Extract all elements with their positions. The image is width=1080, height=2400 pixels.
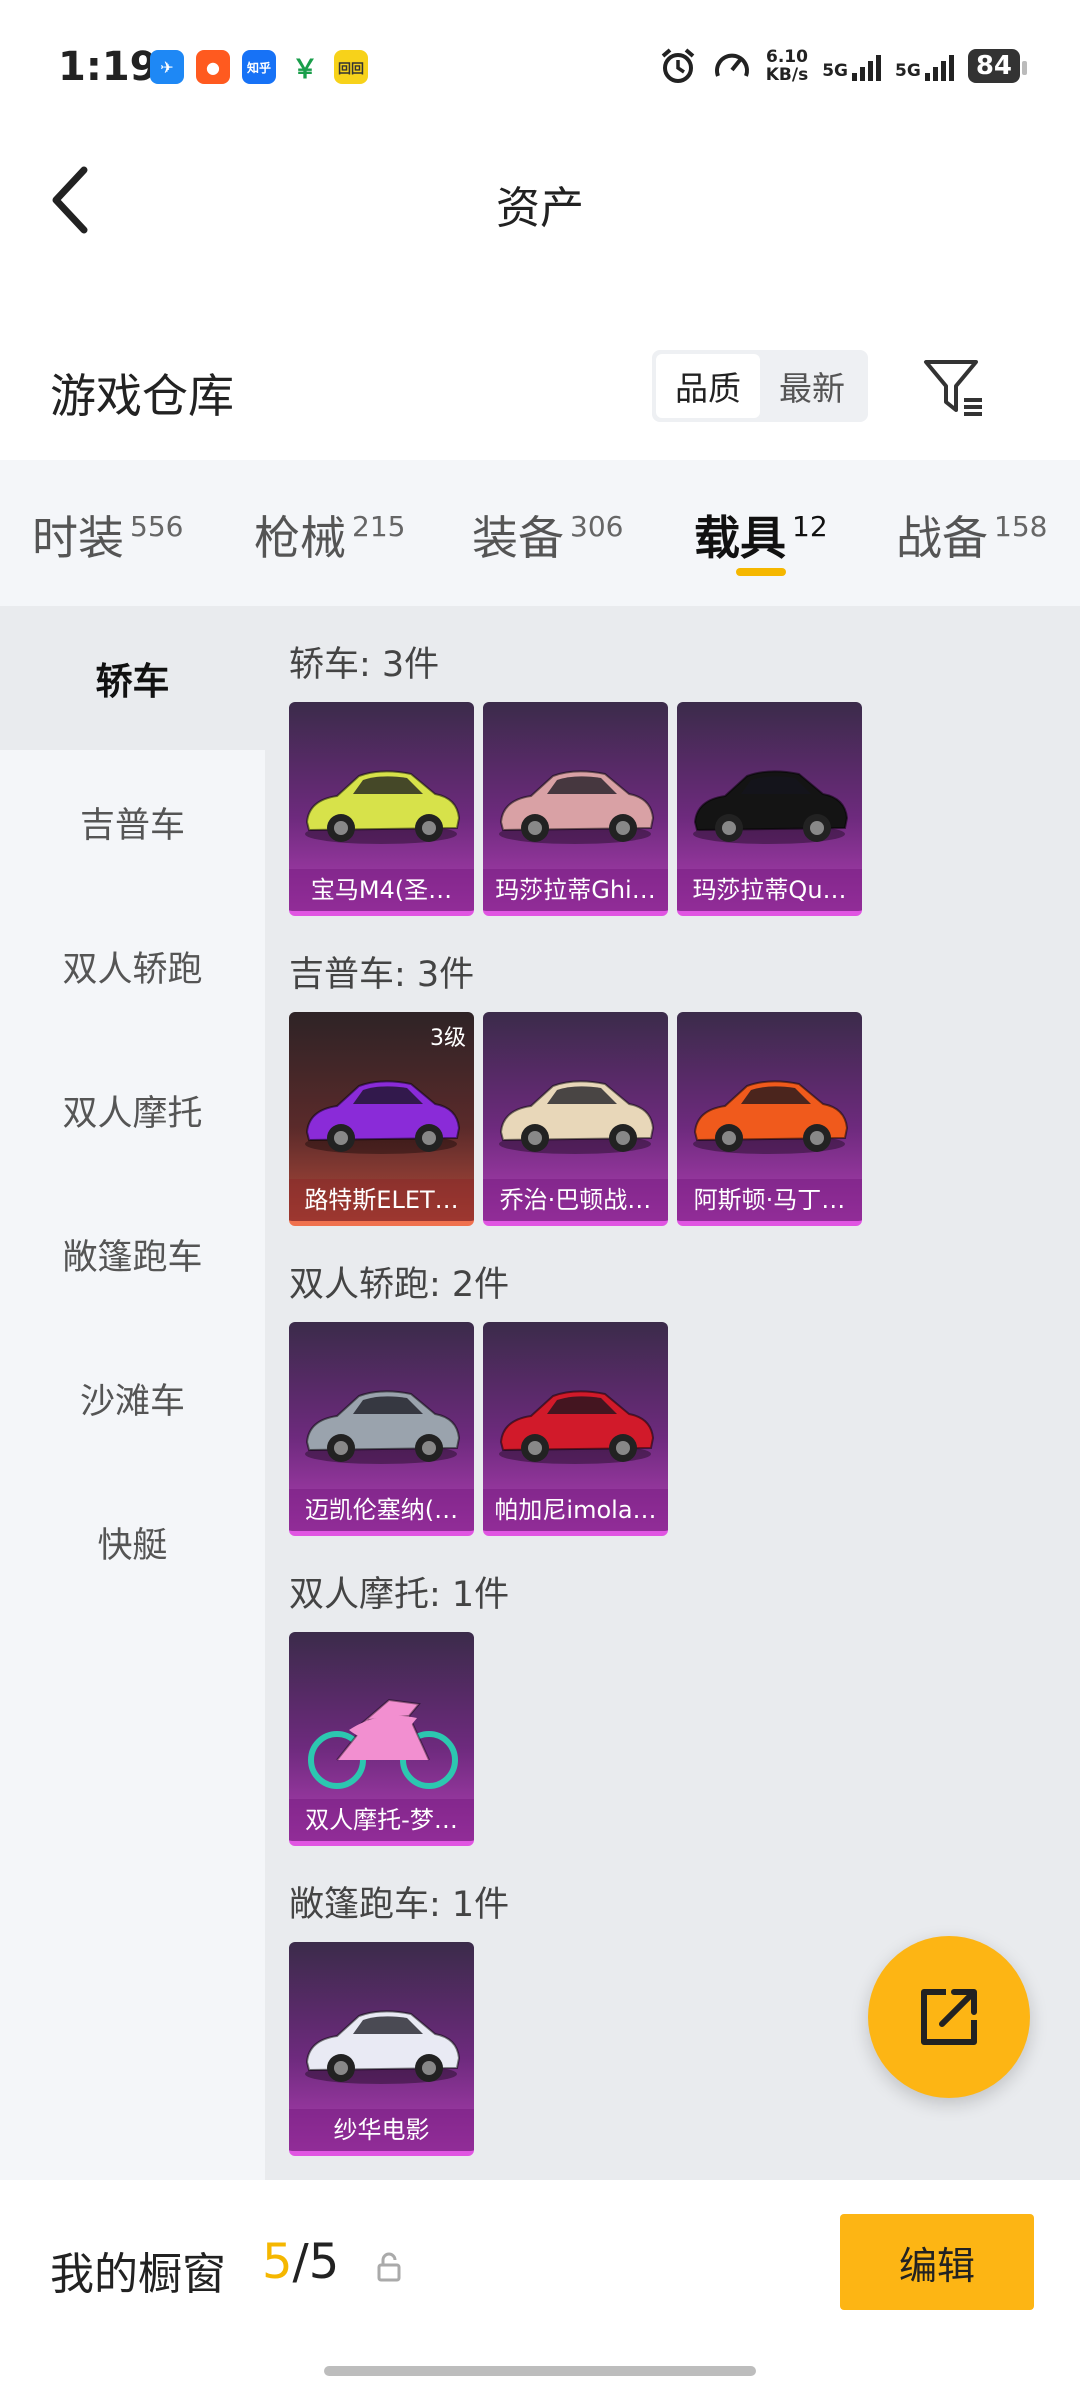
signal-icon [924,51,954,81]
taobao-icon: ● [196,50,230,84]
zhihu-icon: 知乎 [242,50,276,84]
news-icon: 回回 [334,50,368,84]
vehicle-card[interactable]: 纱华电影 [289,1942,474,2156]
maps-icon: ✈ [150,50,184,84]
vehicle-name: 帕加尼imola… [483,1489,668,1531]
sidebar-item-speedboat[interactable]: 快艇 [0,1470,265,1614]
vehicle-name: 迈凯伦塞纳(… [289,1489,474,1531]
car-image [693,770,849,844]
sidebar-item-coupe[interactable]: 双人轿跑 [0,894,265,1038]
vehicle-name: 玛莎拉蒂Qu… [677,869,862,911]
vehicle-name: 纱华电影 [289,2109,474,2151]
section-title-convertible: 敞篷跑车: 1件 [289,1885,510,1925]
showcase-title: 我的橱窗 [50,2249,226,2300]
tab-fashion[interactable]: 时装 556 [32,502,183,568]
car-image [499,770,655,844]
tab-equipment[interactable]: 装备 306 [472,502,623,568]
vehicle-card[interactable]: 宝马M4(圣… [289,702,474,916]
section-title-sedan: 轿车: 3件 [289,645,440,685]
vehicle-card[interactable]: 3级 路特斯ELET… [289,1012,474,1226]
sort-toggle: 品质 最新 [652,350,868,422]
vehicle-type-sidebar: 轿车 吉普车 双人轿跑 双人摩托 敞篷跑车 沙滩车 快艇 [0,606,265,2180]
speedometer-icon [714,53,749,77]
car-image [305,1390,461,1464]
status-bar: 1:19 ✈ ● 知乎 ￥ 回回 6.10 KB/s 5G 5G 84 [0,0,1080,130]
app-header: 资产 [0,130,1080,270]
section-title-jeep: 吉普车: 3件 [289,955,475,995]
car-image [305,1080,461,1154]
car-image [305,770,461,844]
tab-supplies[interactable]: 战备 158 [896,502,1047,568]
vehicle-card[interactable]: 双人摩托-梦… [289,1632,474,1846]
page-title: 资产 [496,183,584,234]
vehicle-name: 乔治·巴顿战… [483,1179,668,1221]
motorcycle-image [308,1698,458,1789]
network-type-2: 5G [895,61,921,81]
sidebar-item-motorcycle[interactable]: 双人摩托 [0,1038,265,1182]
vehicle-card[interactable]: 帕加尼imola… [483,1322,668,1536]
alarm-icon [661,48,695,83]
network-type-1: 5G [822,61,849,81]
vehicle-name: 玛莎拉蒂Ghi… [483,869,668,911]
category-tabs: 时装 556 枪械 215 装备 306 载具 12 战备 158 [0,460,1080,606]
share-icon [921,1989,977,2045]
vehicle-card[interactable]: 乔治·巴顿战… [483,1012,668,1226]
warehouse-title: 游戏仓库 [50,369,234,423]
tab-vehicles[interactable]: 载具 12 [694,502,828,568]
finance-icon: ￥ [291,54,318,85]
vehicle-name: 双人摩托-梦… [289,1799,474,1841]
vehicle-card[interactable]: 阿斯顿·马丁… [677,1012,862,1226]
notification-icons: ✈ ● 知乎 ￥ 回回 [150,50,368,85]
sidebar-item-sedan[interactable]: 轿车 [0,606,265,750]
car-image [499,1080,655,1154]
battery-icon: 84 [967,49,1028,83]
sidebar-item-buggy[interactable]: 沙滩车 [0,1326,265,1470]
network-speed: 6.10 KB/s [765,47,809,85]
vehicle-name: 宝马M4(圣… [289,869,474,911]
section-title-motorcycle: 双人摩托: 1件 [289,1575,510,1615]
tab-firearms[interactable]: 枪械 215 [254,502,405,568]
showcase-count: 5/5 [262,2234,340,2290]
vehicle-name: 路特斯ELET… [289,1179,474,1221]
vehicle-card[interactable]: 迈凯伦塞纳(… [289,1322,474,1536]
tab-indicator [736,568,786,576]
signal-icon [852,51,882,81]
status-time: 1:19 [58,44,158,90]
warehouse-header: 游戏仓库 品质 最新 [0,330,1080,460]
home-indicator [324,2366,756,2376]
showcase-bar: 我的橱窗 5/5 编辑 [0,2180,1080,2400]
car-image [305,2010,461,2084]
lock-icon [377,2252,401,2282]
vehicle-name: 阿斯顿·马丁… [677,1179,862,1221]
vehicle-card[interactable]: 玛莎拉蒂Qu… [677,702,862,916]
car-image [499,1390,655,1464]
filter-icon[interactable] [920,354,990,424]
section-title-coupe: 双人轿跑: 2件 [289,1265,510,1305]
sidebar-item-jeep[interactable]: 吉普车 [0,750,265,894]
vehicle-card[interactable]: 玛莎拉蒂Ghi… [483,702,668,916]
sort-quality-button[interactable]: 品质 [656,354,760,418]
car-image [693,1080,849,1154]
sidebar-item-convertible[interactable]: 敞篷跑车 [0,1182,265,1326]
share-button[interactable] [868,1936,1030,2098]
edit-button[interactable]: 编辑 [840,2214,1034,2310]
sort-newest-button[interactable]: 最新 [760,354,864,418]
